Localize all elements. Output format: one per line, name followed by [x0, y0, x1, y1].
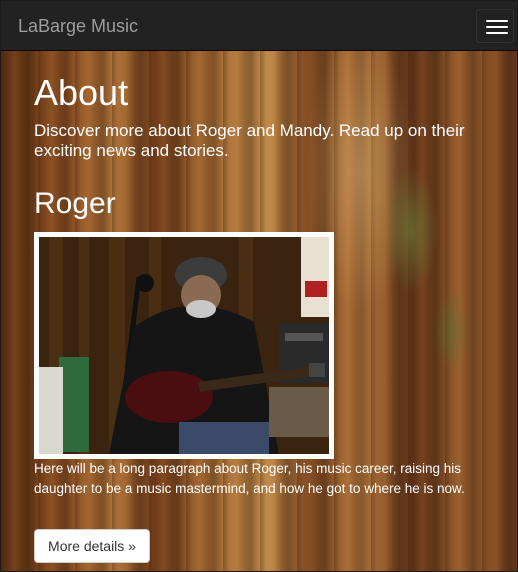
roger-description: Here will be a long paragraph about Roge… [34, 461, 465, 496]
navbar-toggle-button[interactable] [476, 9, 514, 43]
section-heading-roger: Roger [34, 187, 116, 220]
browser-viewport: LaBarge Music About Discover more about … [0, 0, 518, 572]
lead-text: Discover more about Roger and Mandy. Rea… [34, 121, 465, 160]
main-content: About Discover more about Roger and Mand… [1, 51, 517, 571]
roger-photo [34, 232, 334, 459]
roger-photo-illustration [39, 237, 329, 454]
navbar: LaBarge Music [1, 1, 517, 51]
brand-link[interactable]: LaBarge Music [18, 16, 138, 36]
more-details-button[interactable]: More details » [34, 529, 150, 563]
page-title: About [34, 72, 129, 113]
